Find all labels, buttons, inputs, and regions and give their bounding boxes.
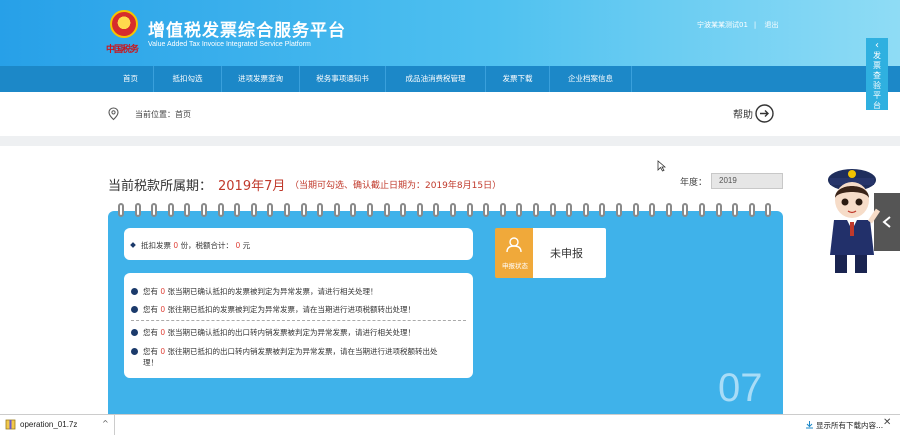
binder-ring	[665, 203, 672, 217]
nav-item-company-info[interactable]: 企业档案信息	[550, 66, 632, 92]
nav-item-invoice-query[interactable]: 进项发票查询	[222, 66, 300, 92]
chevron-left-icon	[882, 216, 891, 228]
nav-item-tax-notice[interactable]: 税务事项通知书	[300, 66, 386, 92]
binder-ring	[516, 203, 523, 217]
binder-ring	[151, 203, 158, 217]
binder-ring	[267, 203, 274, 217]
binder-ring	[748, 203, 755, 217]
period-note: （当期可勾选、确认截止日期为：2019年8月15日）	[290, 181, 502, 191]
period-value: 2019年7月	[218, 179, 286, 194]
side-tab-label: 发票查验平台	[873, 51, 881, 110]
tax-officer-mascot	[828, 169, 880, 273]
binder-ring	[367, 203, 373, 217]
download-bar	[0, 414, 900, 435]
binder-ring	[217, 203, 224, 217]
main-nav: 首页 抵扣勾选 进项发票查询 税务事项通知书 成品油消费税管理 发票下载 企业档…	[0, 66, 900, 92]
user-name[interactable]: 宁波某某测试01	[697, 21, 748, 29]
status-value: 未申报	[550, 247, 583, 260]
binder-ring	[317, 203, 324, 217]
binder-ring	[582, 203, 589, 217]
bullet-icon	[130, 242, 136, 248]
chevron-up-icon[interactable]: ^	[102, 419, 109, 428]
nav-item-deduction[interactable]: 抵扣勾选	[154, 66, 222, 92]
binder-ring	[400, 203, 407, 217]
notice-item: 您有 0 张往期已抵扣的发票被判定为异常发票，请在当期进行进项税额转出处理！	[131, 304, 415, 315]
period-label: 当前税款所属期：	[108, 179, 213, 194]
person-icon	[506, 237, 522, 253]
status-label: 申报状态	[502, 262, 528, 270]
tax-emblem-icon	[110, 10, 138, 38]
help-link[interactable]: 帮助	[733, 106, 753, 121]
binder-ring	[134, 203, 141, 217]
binder-ring	[284, 203, 290, 217]
archive-file-icon	[5, 419, 16, 430]
notice-item: 您有 0 张当期已确认抵扣的出口转内销发票被判定为异常发票，请进行相关处理！	[131, 327, 415, 338]
header-banner	[0, 0, 900, 66]
deduction-summary: 抵扣发票 0 份，税额合计： 0 元	[130, 240, 250, 251]
binder-ring	[533, 203, 539, 217]
download-icon	[806, 421, 813, 429]
logout-link[interactable]: 退出	[765, 21, 779, 29]
binder-ring	[682, 203, 689, 217]
binder-ring	[649, 203, 656, 217]
nav-item-home[interactable]: 首页	[108, 66, 154, 92]
binder-ring	[732, 203, 739, 217]
binder-ring	[616, 203, 622, 217]
binder-ring	[450, 203, 456, 217]
binder-ring	[715, 203, 722, 217]
binder-ring	[350, 203, 357, 217]
info-icon	[131, 288, 138, 295]
binder-ring	[699, 203, 705, 217]
info-icon	[131, 348, 138, 355]
site-subtitle: Value Added Tax Invoice Integrated Servi…	[148, 41, 311, 48]
binder-ring	[599, 203, 606, 217]
binder-ring	[483, 203, 490, 217]
binder-ring	[549, 203, 556, 217]
binder-ring	[416, 203, 423, 217]
nav-item-oil-tax[interactable]: 成品油消费税管理	[386, 66, 486, 92]
breadcrumb: 当前位置：首页	[135, 110, 191, 119]
info-icon	[131, 306, 138, 313]
notice-item: 您有 0 张往期已抵扣的出口转内销发票被判定为异常发票，请在当期进行进项税额转出…	[131, 346, 438, 357]
divider	[131, 320, 466, 321]
binder-ring	[201, 203, 207, 217]
calendar-month: 07	[718, 366, 763, 410]
arrow-right-circle-icon[interactable]	[755, 104, 774, 123]
notice-item: 您有 0 张当期已确认抵扣的发票被判定为异常发票，请进行相关处理！	[131, 286, 378, 297]
info-icon	[131, 329, 138, 336]
notice-item-continued: 理！	[143, 358, 158, 367]
binder-ring	[234, 203, 241, 217]
year-label: 年度：	[680, 178, 708, 188]
binder-ring	[383, 203, 390, 217]
binder-ring	[433, 203, 440, 217]
year-select[interactable]: 2019	[711, 173, 783, 189]
binder-ring	[566, 203, 573, 217]
binder-ring	[466, 203, 473, 217]
download-filename: operation_01.7z	[20, 420, 78, 429]
chevron-left-icon: ‹	[875, 40, 879, 51]
close-icon[interactable]: ✕	[883, 417, 891, 428]
binder-ring	[765, 203, 772, 217]
binder-ring	[167, 203, 174, 217]
binder-ring	[300, 203, 307, 217]
binder-ring	[250, 203, 257, 217]
binder-ring	[333, 203, 340, 217]
show-all-downloads-link[interactable]: 显示所有下载内容...	[816, 420, 883, 431]
invoice-check-tab[interactable]: ‹ 发票查验平台	[866, 38, 888, 110]
site-title: 增值税发票综合服务平台	[148, 21, 346, 41]
binder-ring	[118, 203, 124, 217]
binder-ring	[632, 203, 639, 217]
nav-item-invoice-download[interactable]: 发票下载	[486, 66, 550, 92]
mouse-cursor-icon	[657, 160, 666, 172]
user-links: 宁波某某测试01 | 退出	[697, 21, 779, 29]
binder-ring	[184, 203, 191, 217]
location-icon	[108, 107, 119, 121]
emblem-text: 中国税务	[106, 45, 139, 55]
binder-ring	[499, 203, 506, 217]
